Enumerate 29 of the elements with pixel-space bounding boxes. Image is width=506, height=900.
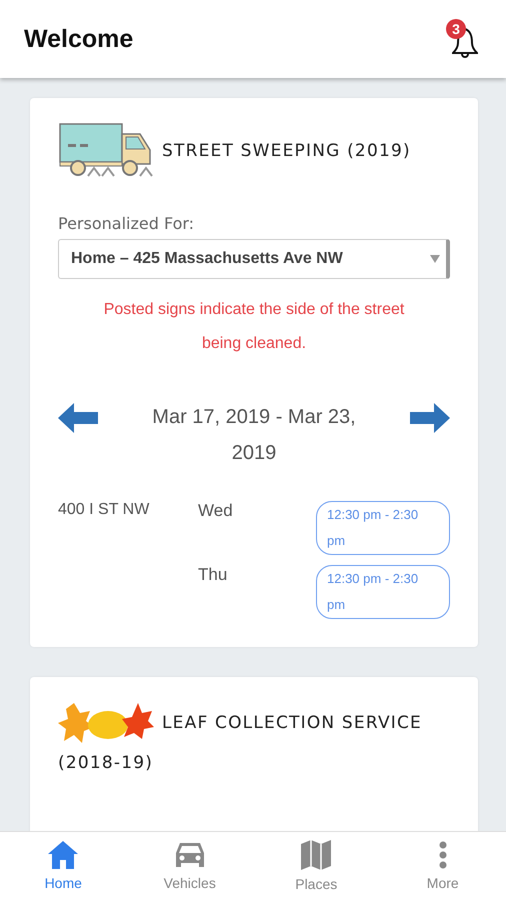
nav-tab[interactable]: More [380, 832, 506, 900]
personalized-label: Personalized For: [58, 214, 196, 233]
notification-badge: 3 [446, 19, 466, 39]
card-subtitle: (2018-19) [58, 752, 154, 775]
nav-tab[interactable]: Home [0, 832, 126, 900]
notifications-button[interactable]: 3 [446, 19, 484, 59]
time-window: 12:30 pm - 2:30 pm [316, 501, 450, 555]
left-arrow-icon [58, 403, 98, 433]
page-title: Welcome [24, 24, 134, 54]
notice-text: Posted signs indicate the side of the street being cleaned. [102, 300, 406, 354]
card-title: LEAF COLLECTION SERVICE [162, 712, 422, 735]
more-icon [438, 841, 447, 869]
time-window: 12:30 pm - 2:30 pm [316, 565, 450, 619]
map-icon [301, 840, 332, 870]
caret-icon [430, 255, 440, 263]
weekday: Thu [198, 565, 228, 584]
home-icon [48, 841, 78, 869]
previous-week-button[interactable] [58, 403, 98, 433]
autumn-leaves-icon [58, 701, 154, 745]
right-arrow-icon [410, 403, 450, 433]
nav-tab[interactable]: Vehicles [126, 832, 253, 900]
weekday: Wed [198, 501, 233, 520]
location-select[interactable]: Home – 425 Massachusetts Ave NW [58, 239, 450, 279]
car-icon [174, 841, 206, 869]
next-week-button[interactable] [410, 403, 450, 433]
card-title: STREET SWEEPING (2019) [162, 141, 411, 161]
nav-tab[interactable]: Places [253, 832, 380, 900]
street-name: 400 I ST NW [58, 501, 150, 518]
date-range: Mar 17, 2019 - Mar 23, 2019 [151, 405, 357, 466]
